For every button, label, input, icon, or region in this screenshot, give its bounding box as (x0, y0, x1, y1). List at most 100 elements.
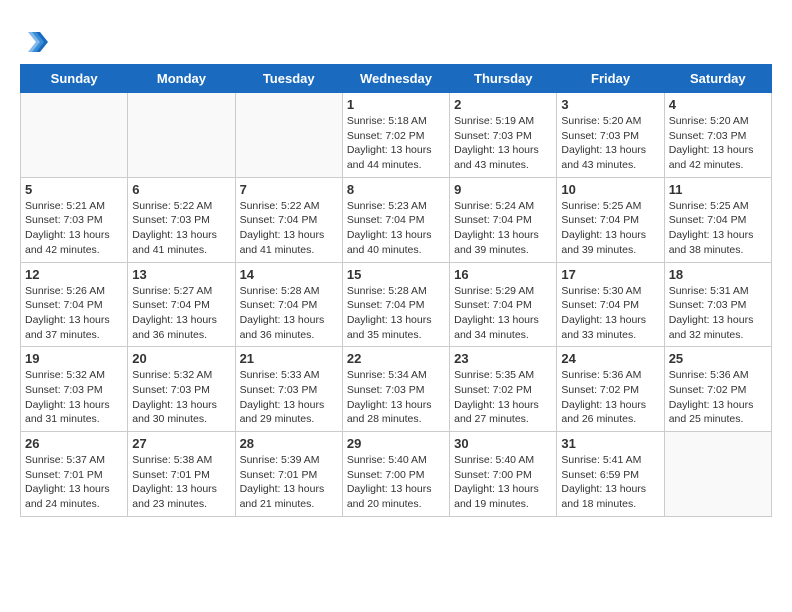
day-number: 22 (347, 351, 445, 366)
day-info: Sunrise: 5:31 AM Sunset: 7:03 PM Dayligh… (669, 284, 767, 343)
calendar-cell (664, 432, 771, 517)
day-info: Sunrise: 5:20 AM Sunset: 7:03 PM Dayligh… (561, 114, 659, 173)
day-number: 29 (347, 436, 445, 451)
calendar-cell: 15 Sunrise: 5:28 AM Sunset: 7:04 PM Dayli… (342, 262, 449, 347)
day-number: 19 (25, 351, 123, 366)
calendar-cell: 27 Sunrise: 5:38 AM Sunset: 7:01 PM Dayli… (128, 432, 235, 517)
day-info: Sunrise: 5:33 AM Sunset: 7:03 PM Dayligh… (240, 368, 338, 427)
day-info: Sunrise: 5:28 AM Sunset: 7:04 PM Dayligh… (347, 284, 445, 343)
weekday-header-saturday: Saturday (664, 65, 771, 93)
calendar-cell: 4 Sunrise: 5:20 AM Sunset: 7:03 PM Daylig… (664, 93, 771, 178)
day-info: Sunrise: 5:22 AM Sunset: 7:04 PM Dayligh… (240, 199, 338, 258)
day-number: 25 (669, 351, 767, 366)
day-info: Sunrise: 5:29 AM Sunset: 7:04 PM Dayligh… (454, 284, 552, 343)
day-number: 2 (454, 97, 552, 112)
day-info: Sunrise: 5:27 AM Sunset: 7:04 PM Dayligh… (132, 284, 230, 343)
day-number: 26 (25, 436, 123, 451)
calendar-week-row: 1Sunrise: 5:18 AM Sunset: 7:02 PM Daylig… (21, 93, 772, 178)
calendar-cell: 22 Sunrise: 5:34 AM Sunset: 7:03 PM Dayli… (342, 347, 449, 432)
calendar-cell: 29 Sunrise: 5:40 AM Sunset: 7:00 PM Dayli… (342, 432, 449, 517)
calendar-cell: 18 Sunrise: 5:31 AM Sunset: 7:03 PM Dayli… (664, 262, 771, 347)
day-info: Sunrise: 5:25 AM Sunset: 7:04 PM Dayligh… (669, 199, 767, 258)
day-number: 18 (669, 267, 767, 282)
day-number: 15 (347, 267, 445, 282)
calendar-week-row: 26 Sunrise: 5:37 AM Sunset: 7:01 PM Dayli… (21, 432, 772, 517)
day-info: Sunrise: 5:36 AM Sunset: 7:02 PM Dayligh… (669, 368, 767, 427)
calendar-cell: 13 Sunrise: 5:27 AM Sunset: 7:04 PM Dayli… (128, 262, 235, 347)
calendar-cell: 2 Sunrise: 5:19 AM Sunset: 7:03 PM Daylig… (450, 93, 557, 178)
calendar-cell (128, 93, 235, 178)
day-info: Sunrise: 5:35 AM Sunset: 7:02 PM Dayligh… (454, 368, 552, 427)
day-info: Sunrise: 5:19 AM Sunset: 7:03 PM Dayligh… (454, 114, 552, 173)
calendar-cell: 20 Sunrise: 5:32 AM Sunset: 7:03 PM Dayli… (128, 347, 235, 432)
calendar-cell: 16 Sunrise: 5:29 AM Sunset: 7:04 PM Dayli… (450, 262, 557, 347)
day-number: 6 (132, 182, 230, 197)
day-number: 13 (132, 267, 230, 282)
day-number: 4 (669, 97, 767, 112)
day-number: 5 (25, 182, 123, 197)
calendar-cell: 24 Sunrise: 5:36 AM Sunset: 7:02 PM Dayli… (557, 347, 664, 432)
calendar-cell (235, 93, 342, 178)
calendar-week-row: 5 Sunrise: 5:21 AM Sunset: 7:03 PM Daylig… (21, 177, 772, 262)
calendar-cell: 21 Sunrise: 5:33 AM Sunset: 7:03 PM Dayli… (235, 347, 342, 432)
weekday-header-thursday: Thursday (450, 65, 557, 93)
calendar-cell: 12Sunrise: 5:26 AM Sunset: 7:04 PM Dayli… (21, 262, 128, 347)
day-number: 28 (240, 436, 338, 451)
day-info: Sunrise: 5:22 AM Sunset: 7:03 PM Dayligh… (132, 199, 230, 258)
calendar-cell (21, 93, 128, 178)
day-info: Sunrise: 5:32 AM Sunset: 7:03 PM Dayligh… (132, 368, 230, 427)
day-number: 24 (561, 351, 659, 366)
day-info: Sunrise: 5:36 AM Sunset: 7:02 PM Dayligh… (561, 368, 659, 427)
calendar-cell: 8Sunrise: 5:23 AM Sunset: 7:04 PM Daylig… (342, 177, 449, 262)
calendar-table: SundayMondayTuesdayWednesdayThursdayFrid… (20, 64, 772, 517)
calendar-cell: 10Sunrise: 5:25 AM Sunset: 7:04 PM Dayli… (557, 177, 664, 262)
day-number: 3 (561, 97, 659, 112)
day-number: 30 (454, 436, 552, 451)
weekday-header-sunday: Sunday (21, 65, 128, 93)
day-number: 9 (454, 182, 552, 197)
day-info: Sunrise: 5:18 AM Sunset: 7:02 PM Dayligh… (347, 114, 445, 173)
day-number: 20 (132, 351, 230, 366)
calendar-cell: 31 Sunrise: 5:41 AM Sunset: 6:59 PM Dayli… (557, 432, 664, 517)
calendar-cell: 7 Sunrise: 5:22 AM Sunset: 7:04 PM Daylig… (235, 177, 342, 262)
calendar-cell: 23 Sunrise: 5:35 AM Sunset: 7:02 PM Dayli… (450, 347, 557, 432)
day-number: 23 (454, 351, 552, 366)
day-info: Sunrise: 5:41 AM Sunset: 6:59 PM Dayligh… (561, 453, 659, 512)
day-info: Sunrise: 5:23 AM Sunset: 7:04 PM Dayligh… (347, 199, 445, 258)
calendar-cell: 25 Sunrise: 5:36 AM Sunset: 7:02 PM Dayli… (664, 347, 771, 432)
day-info: Sunrise: 5:24 AM Sunset: 7:04 PM Dayligh… (454, 199, 552, 258)
calendar-cell: 19Sunrise: 5:32 AM Sunset: 7:03 PM Dayli… (21, 347, 128, 432)
weekday-header-row: SundayMondayTuesdayWednesdayThursdayFrid… (21, 65, 772, 93)
logo-icon (20, 28, 48, 56)
day-info: Sunrise: 5:40 AM Sunset: 7:00 PM Dayligh… (454, 453, 552, 512)
calendar-cell: 14Sunrise: 5:28 AM Sunset: 7:04 PM Dayli… (235, 262, 342, 347)
calendar-cell: 28Sunrise: 5:39 AM Sunset: 7:01 PM Dayli… (235, 432, 342, 517)
day-number: 11 (669, 182, 767, 197)
calendar-week-row: 12Sunrise: 5:26 AM Sunset: 7:04 PM Dayli… (21, 262, 772, 347)
weekday-header-friday: Friday (557, 65, 664, 93)
day-info: Sunrise: 5:34 AM Sunset: 7:03 PM Dayligh… (347, 368, 445, 427)
calendar-week-row: 19 Sunrise: 5:32 AM Sunset: 7:03 PM Dayli… (21, 347, 772, 432)
day-number: 27 (132, 436, 230, 451)
day-info: Sunrise: 5:40 AM Sunset: 7:00 PM Dayligh… (347, 453, 445, 512)
day-number: 21 (240, 351, 338, 366)
calendar-cell: 3 Sunrise: 5:20 AM Sunset: 7:03 PM Daylig… (557, 93, 664, 178)
day-info: Sunrise: 5:38 AM Sunset: 7:01 PM Dayligh… (132, 453, 230, 512)
calendar-cell: 26 Sunrise: 5:37 AM Sunset: 7:01 PM Dayli… (21, 432, 128, 517)
calendar-cell: 11 Sunrise: 5:25 AM Sunset: 7:04 PM Dayli… (664, 177, 771, 262)
day-number: 10 (561, 182, 659, 197)
day-info: Sunrise: 5:37 AM Sunset: 7:01 PM Dayligh… (25, 453, 123, 512)
day-info: Sunrise: 5:28 AM Sunset: 7:04 PM Dayligh… (240, 284, 338, 343)
weekday-header-tuesday: Tuesday (235, 65, 342, 93)
day-number: 31 (561, 436, 659, 451)
day-info: Sunrise: 5:20 AM Sunset: 7:03 PM Dayligh… (669, 114, 767, 173)
day-number: 7 (240, 182, 338, 197)
day-number: 16 (454, 267, 552, 282)
day-info: Sunrise: 5:21 AM Sunset: 7:03 PM Dayligh… (25, 199, 123, 258)
weekday-header-wednesday: Wednesday (342, 65, 449, 93)
calendar-cell: 17Sunrise: 5:30 AM Sunset: 7:04 PM Dayli… (557, 262, 664, 347)
day-number: 17 (561, 267, 659, 282)
calendar-cell: 9 Sunrise: 5:24 AM Sunset: 7:04 PM Daylig… (450, 177, 557, 262)
calendar-cell: 1Sunrise: 5:18 AM Sunset: 7:02 PM Daylig… (342, 93, 449, 178)
calendar-cell: 6 Sunrise: 5:22 AM Sunset: 7:03 PM Daylig… (128, 177, 235, 262)
